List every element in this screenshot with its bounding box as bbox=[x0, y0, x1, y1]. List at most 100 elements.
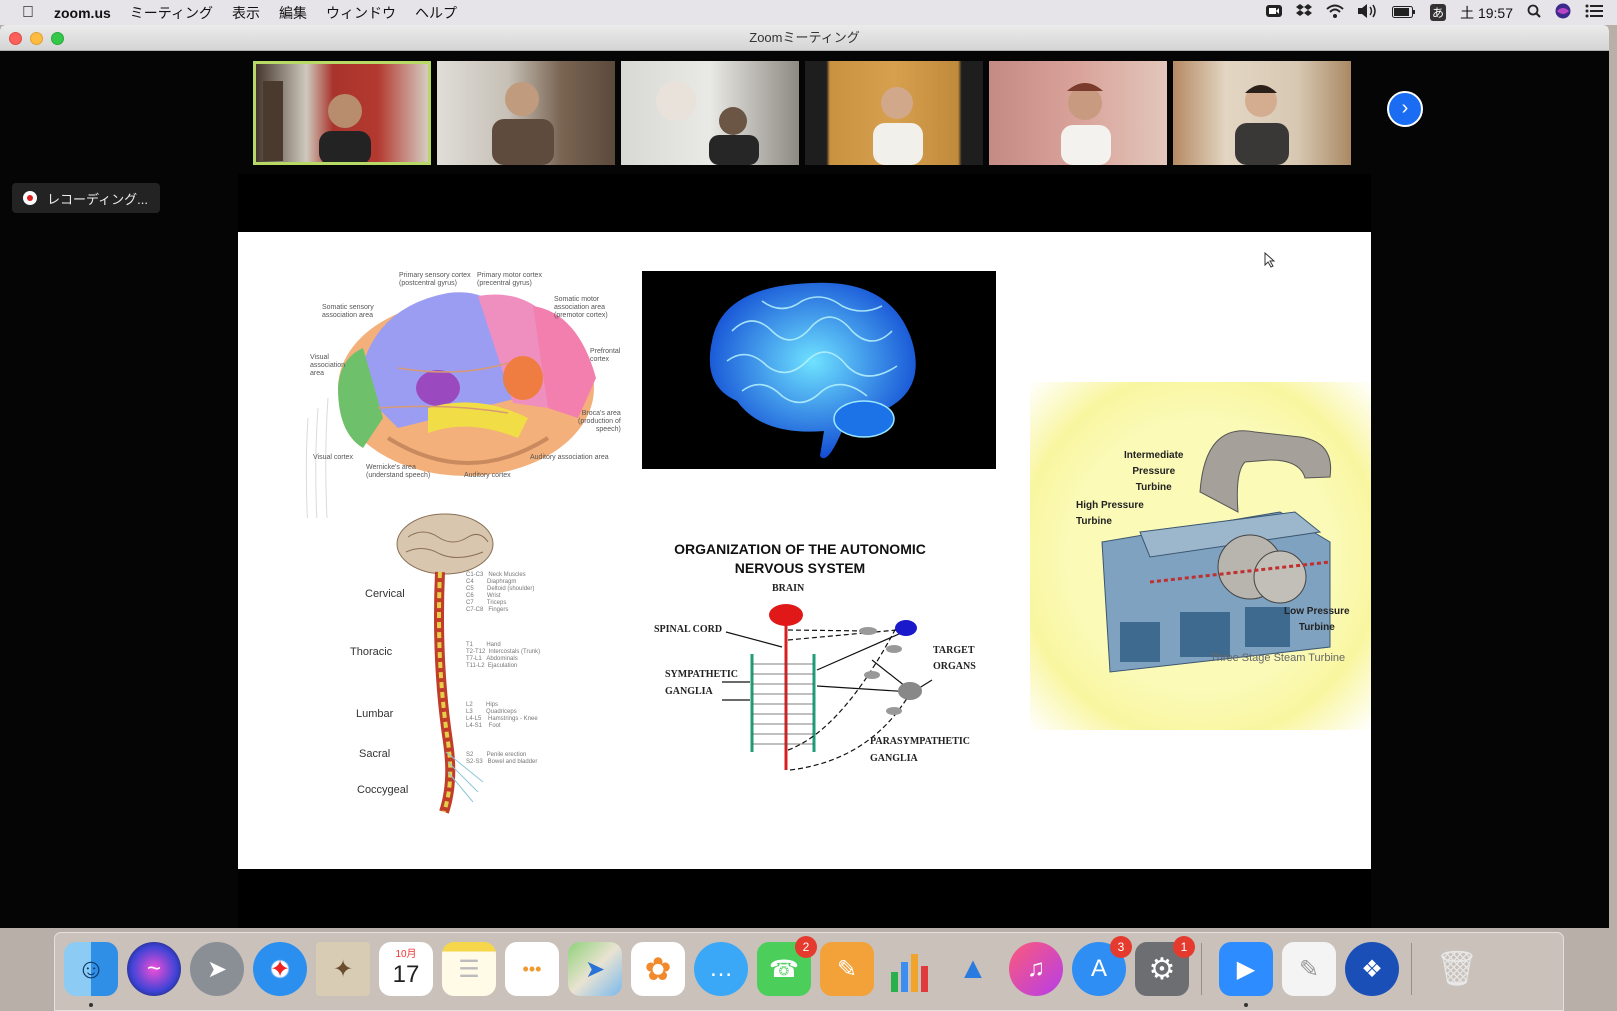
menu-clock[interactable]: 土 19:57 bbox=[1460, 3, 1513, 23]
zoom-status-icon[interactable] bbox=[1266, 4, 1283, 21]
siri-wave-icon: ~ bbox=[146, 955, 161, 982]
recording-indicator[interactable]: レコーディング... bbox=[12, 183, 160, 213]
label-brocas: Broca's area (production of speech) bbox=[578, 410, 621, 433]
participant-video[interactable] bbox=[805, 61, 983, 165]
ans-label-target: TARGET ORGANS bbox=[933, 645, 976, 672]
facetime-badge: 2 bbox=[795, 936, 817, 958]
bar-chart-icon bbox=[891, 954, 928, 992]
chevron-right-icon: › bbox=[1401, 97, 1409, 119]
apple-icon[interactable]:  bbox=[22, 4, 34, 22]
menu-help[interactable]: ヘルプ bbox=[415, 3, 457, 23]
zoom-window-button[interactable] bbox=[51, 32, 64, 45]
zoom-camera-icon: ▶ bbox=[1236, 955, 1256, 983]
dock-calendar[interactable]: 10月 17 bbox=[379, 942, 433, 996]
dock-reminders[interactable]: ••• bbox=[505, 942, 559, 996]
trash-icon: 🗑 bbox=[1435, 950, 1479, 988]
photos-icon: ✿ bbox=[644, 951, 672, 987]
notification-center-icon[interactable] bbox=[1585, 4, 1603, 21]
dock-keynote[interactable]: ▲ bbox=[946, 942, 1000, 996]
menu-view[interactable]: 表示 bbox=[232, 3, 260, 23]
participant-video[interactable] bbox=[253, 61, 431, 165]
menu-window[interactable]: ウィンドウ bbox=[326, 3, 396, 23]
ans-label-sympathetic: SYMPATHETIC GANGLIA bbox=[665, 669, 738, 697]
menu-app-name[interactable]: zoom.us bbox=[54, 5, 111, 21]
presentation-slide: Primary sensory cortex (postcentral gyru… bbox=[238, 232, 1371, 869]
turbine-label-high: High Pressure Turbine bbox=[1076, 500, 1144, 527]
dock-maps[interactable]: ➤ bbox=[568, 942, 622, 996]
participant-video[interactable] bbox=[1173, 61, 1351, 165]
volume-icon[interactable] bbox=[1358, 4, 1378, 21]
shared-screen: Primary sensory cortex (postcentral gyru… bbox=[238, 174, 1371, 928]
spine-region-coccygeal: Coccygeal bbox=[357, 784, 409, 796]
dock-numbers[interactable] bbox=[883, 942, 937, 996]
input-method-indicator[interactable]: あ bbox=[1430, 4, 1447, 21]
dock: ☺ ~ ➤ ✦ ✦ 10月 17 ☰ ••• ➤ ✿ … ☎ 2 ✎ ▲ ♫ A3… bbox=[54, 932, 1564, 1011]
dock-dropbox[interactable]: ❖ bbox=[1345, 942, 1399, 996]
calendar-day: 17 bbox=[392, 961, 420, 988]
eagle-stamp-icon: ✦ bbox=[332, 955, 354, 983]
spotlight-search-icon[interactable] bbox=[1527, 4, 1541, 21]
label-primary-sensory: Primary sensory cortex (postcentral gyru… bbox=[399, 272, 471, 287]
music-note-icon: ♫ bbox=[1027, 955, 1045, 982]
speech-bubble-icon: … bbox=[709, 955, 733, 982]
participant-video[interactable] bbox=[437, 61, 615, 165]
participant-video[interactable] bbox=[989, 61, 1167, 165]
maps-icon: ➤ bbox=[584, 955, 606, 983]
calendar-month: 10月 bbox=[395, 949, 417, 960]
zoom-meeting-window: Zoomミーティング › レコーディング... Primary sensory … bbox=[0, 25, 1609, 928]
dock-music[interactable]: ♫ bbox=[1009, 942, 1063, 996]
running-indicator bbox=[1244, 1003, 1248, 1007]
video-camera-icon: ☎ bbox=[769, 955, 799, 983]
next-participants-button[interactable]: › bbox=[1387, 91, 1423, 127]
dock-pages[interactable]: ✎ bbox=[820, 942, 874, 996]
ans-diagram: ORGANIZATION OF THE AUTONOMIC NERVOUS SY… bbox=[642, 540, 992, 800]
dock-textedit[interactable]: ✎ bbox=[1282, 942, 1336, 996]
menu-edit[interactable]: 編集 bbox=[279, 3, 307, 23]
label-prefrontal: Prefrontal cortex bbox=[590, 348, 621, 363]
settings-badge: 1 bbox=[1173, 936, 1195, 958]
menu-bar:  zoom.us ミーティング 表示 編集 ウィンドウ ヘルプ あ 土 19:… bbox=[0, 0, 1617, 25]
dock-mail-stamp[interactable]: ✦ bbox=[316, 942, 370, 996]
app-store-icon: A bbox=[1090, 955, 1107, 982]
pen-icon: ✎ bbox=[836, 955, 858, 983]
document-icon: ✎ bbox=[1298, 955, 1320, 983]
dock-messages[interactable]: … bbox=[694, 942, 748, 996]
compass-icon: ✦ bbox=[269, 955, 291, 983]
participant-strip bbox=[253, 61, 1357, 167]
spine-region-thoracic: Thoracic bbox=[350, 646, 393, 658]
rocket-icon: ➤ bbox=[206, 955, 228, 983]
battery-icon[interactable] bbox=[1392, 5, 1416, 21]
label-somatic-motor: Somatic motor association area (premotor… bbox=[554, 296, 608, 319]
dock-photos[interactable]: ✿ bbox=[631, 942, 685, 996]
dock-separator bbox=[1411, 943, 1412, 995]
label-auditory-cortex: Auditory cortex bbox=[464, 472, 511, 479]
turbine-label-intermediate: Intermediate Pressure Turbine bbox=[1124, 450, 1184, 493]
close-window-button[interactable] bbox=[9, 32, 22, 45]
running-indicator bbox=[89, 1003, 93, 1007]
dock-notes[interactable]: ☰ bbox=[442, 942, 496, 996]
finder-icon: ☺ bbox=[76, 953, 106, 984]
dropbox-icon[interactable] bbox=[1296, 4, 1313, 21]
wifi-icon[interactable] bbox=[1326, 4, 1344, 21]
participant-video[interactable] bbox=[621, 61, 799, 165]
label-wernickes: Wernicke's area (understand speech) bbox=[366, 464, 431, 479]
dock-safari[interactable]: ✦ bbox=[253, 942, 307, 996]
siri-icon[interactable] bbox=[1555, 3, 1571, 22]
dock-system-preferences[interactable]: ⚙ 1 bbox=[1135, 936, 1195, 996]
glowing-brain-image bbox=[642, 271, 996, 469]
minimize-window-button[interactable] bbox=[30, 32, 43, 45]
dock-app-store[interactable]: A3 bbox=[1072, 936, 1132, 996]
menu-meeting[interactable]: ミーティング bbox=[130, 3, 213, 23]
mouse-cursor-icon bbox=[1264, 251, 1276, 273]
dock-siri[interactable]: ~ bbox=[127, 942, 181, 996]
dock-launchpad[interactable]: ➤ bbox=[190, 942, 244, 996]
spine-levels-sacral: S2 Penile erection S2-S3 Bowel and bladd… bbox=[466, 752, 538, 765]
spinal-cord-diagram: Cervical Thoracic Lumbar Sacral Coccygea… bbox=[348, 512, 598, 842]
label-visual-cortex: Visual cortex bbox=[313, 454, 353, 461]
dock-finder[interactable]: ☺ bbox=[64, 942, 118, 996]
dock-facetime[interactable]: ☎ 2 bbox=[757, 936, 817, 996]
dock-zoom[interactable]: ▶ bbox=[1219, 942, 1273, 996]
turbine-caption: Three Stage Steam Turbine bbox=[1210, 652, 1346, 664]
dock-trash[interactable]: 🗑 bbox=[1430, 942, 1484, 996]
ans-label-spinal-cord: SPINAL CORD bbox=[654, 624, 723, 635]
